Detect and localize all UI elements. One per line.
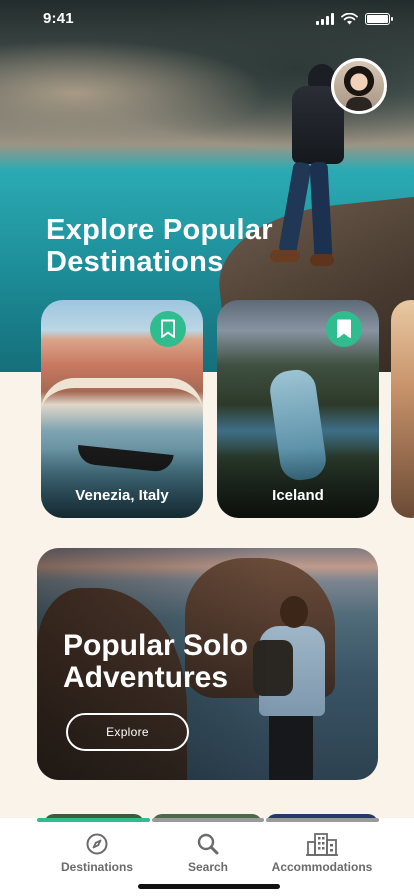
tab-label: Search	[187, 860, 229, 874]
explore-button[interactable]: Explore	[66, 713, 189, 751]
bookmark-button[interactable]	[326, 311, 362, 347]
tab-search[interactable]: Search	[148, 832, 268, 874]
status-time: 9:41	[43, 10, 74, 27]
bookmark-button[interactable]	[150, 311, 186, 347]
destination-card-venezia[interactable]: Venezia, Italy	[41, 300, 203, 518]
destination-label: Iceland	[272, 487, 324, 504]
building-icon	[306, 833, 338, 856]
destination-card-partial[interactable]	[391, 300, 414, 518]
profile-avatar[interactable]	[331, 58, 387, 114]
search-icon	[197, 833, 219, 855]
signal-icon	[316, 13, 334, 25]
tab-label: Destinations	[60, 860, 133, 874]
solo-adventures-title: Popular Solo Adventures	[63, 629, 249, 694]
destination-card-iceland[interactable]: Iceland	[217, 300, 379, 518]
tab-destinations[interactable]: Destinations	[37, 832, 157, 874]
status-bar: 9:41	[0, 0, 414, 40]
tab-label: Accommodations	[271, 860, 373, 874]
wifi-icon	[341, 13, 358, 25]
home-indicator	[138, 884, 280, 889]
tab-indicator	[266, 818, 379, 822]
tab-indicator-active	[37, 818, 150, 822]
bridge-illustration	[41, 378, 203, 412]
solo-adventures-card[interactable]: Popular Solo Adventures Explore	[37, 548, 378, 780]
tab-indicator	[152, 818, 264, 822]
battery-icon	[365, 13, 393, 25]
bookmark-filled-icon	[337, 319, 351, 338]
destination-label: Venezia, Italy	[75, 487, 169, 504]
bookmark-icon	[161, 319, 175, 338]
tab-accommodations[interactable]: Accommodations	[262, 832, 382, 874]
status-icons	[316, 13, 393, 25]
compass-icon	[86, 833, 108, 855]
page-title: Explore Popular Destinations	[46, 214, 273, 278]
